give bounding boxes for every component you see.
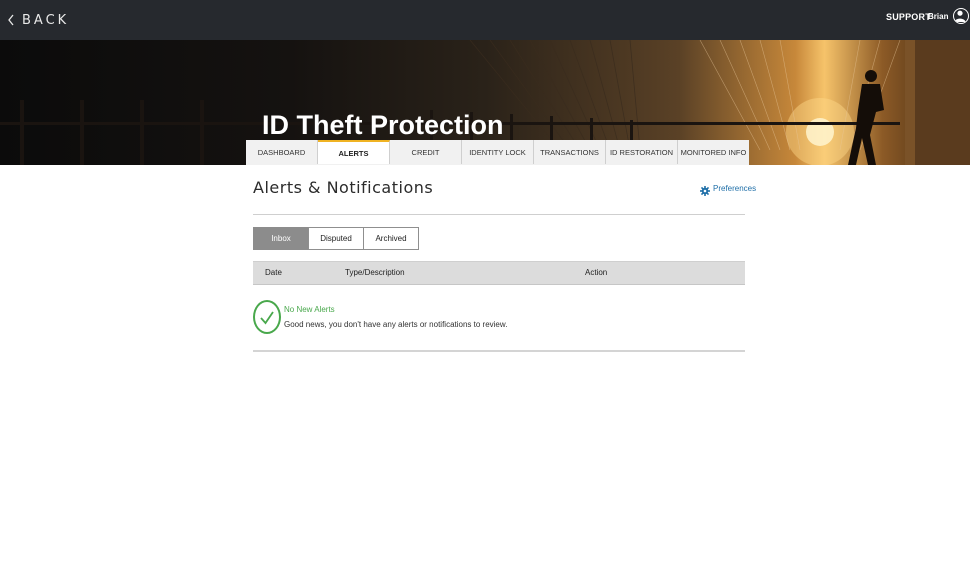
back-button[interactable]: BACK xyxy=(6,9,69,31)
main-nav: Dashboard Alerts Credit Identity Lock Tr… xyxy=(246,140,749,165)
tab-transactions[interactable]: Transactions xyxy=(534,140,606,164)
divider xyxy=(253,350,745,352)
checkmark-circle-icon xyxy=(253,300,281,334)
preferences-link[interactable]: Preferences xyxy=(700,183,757,196)
user-avatar-icon xyxy=(953,8,970,24)
chevron-left-icon xyxy=(6,10,20,30)
column-action: Action xyxy=(585,268,608,277)
subtab-archived[interactable]: Archived xyxy=(363,227,419,250)
tab-identity-lock[interactable]: Identity Lock xyxy=(462,140,534,164)
hero-title: ID Theft Protection xyxy=(262,110,504,140)
tab-id-restoration[interactable]: ID Restoration xyxy=(606,140,678,164)
tab-dashboard[interactable]: Dashboard xyxy=(246,140,318,164)
tab-credit[interactable]: Credit xyxy=(390,140,462,164)
divider xyxy=(253,214,745,215)
subtab-disputed[interactable]: Disputed xyxy=(308,227,364,250)
column-date: Date xyxy=(265,268,282,277)
gear-icon xyxy=(700,183,710,196)
back-label: BACK xyxy=(22,12,70,28)
preferences-label: Preferences xyxy=(713,183,757,193)
page-title: Alerts & Notifications xyxy=(253,178,434,197)
user-name: Brian xyxy=(928,11,949,21)
subtab-inbox[interactable]: Inbox xyxy=(253,227,309,250)
top-bar: BACK SUPPORT Brian xyxy=(0,0,970,40)
alert-folder-tabs: Inbox Disputed Archived xyxy=(253,227,419,250)
support-link[interactable]: SUPPORT xyxy=(886,12,931,22)
tab-alerts[interactable]: Alerts xyxy=(318,140,390,164)
user-menu[interactable]: Brian xyxy=(928,8,970,24)
alerts-table-header: Date Type/Description Action xyxy=(253,261,745,285)
empty-state-title: No New Alerts xyxy=(284,305,335,314)
empty-state-description: Good news, you don't have any alerts or … xyxy=(284,320,508,329)
column-type-description: Type/Description xyxy=(345,268,405,277)
tab-monitored-info[interactable]: Monitored Info xyxy=(678,140,749,164)
